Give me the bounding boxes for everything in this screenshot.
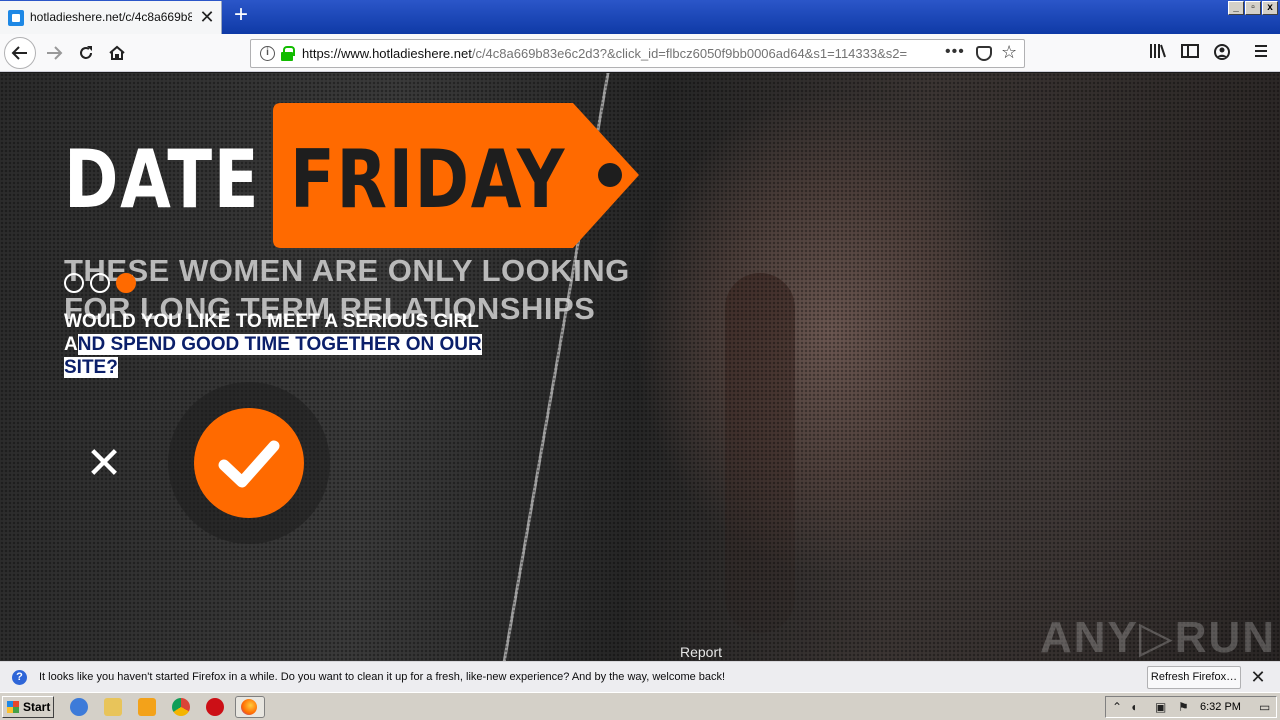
window-controls: _ ▫ x [1228, 1, 1278, 16]
file-explorer-icon[interactable] [104, 698, 122, 716]
question-line-2-prefix: A [64, 334, 78, 355]
address-bar[interactable]: i https://www.hotladieshere.net/c/4c8a66… [250, 39, 1025, 68]
reload-button[interactable] [72, 39, 100, 67]
new-tab-button[interactable]: + [229, 3, 253, 28]
tab-title: hotladieshere.net/c/4c8a669b83e6 [30, 10, 192, 24]
back-button[interactable] [4, 37, 36, 69]
restore-button[interactable]: ▫ [1245, 1, 1261, 15]
forward-arrow-icon [47, 46, 63, 60]
site-favicon-icon [8, 10, 24, 26]
url-path: /c/4c8a669b83e6c2d3?&click_id=flbcz6050f… [471, 46, 908, 61]
bookmark-star-icon[interactable]: ☆ [1001, 42, 1017, 63]
minimize-button[interactable]: _ [1228, 1, 1244, 15]
question-line-3-selected: SITE? [64, 357, 118, 378]
site-info-icon[interactable]: i [260, 46, 275, 61]
anyrun-watermark-logo: ANY▷RUN [1040, 613, 1277, 662]
secure-lock-icon[interactable] [281, 46, 295, 61]
home-icon [109, 45, 125, 60]
hamburger-menu-icon[interactable] [1251, 43, 1271, 63]
firefox-icon [241, 699, 257, 715]
logo-friday-text: FRIDAY [290, 133, 567, 226]
refresh-firefox-button[interactable]: Refresh Firefox… [1147, 666, 1241, 689]
notification-message: It looks like you haven't started Firefo… [39, 671, 726, 683]
forward-button[interactable] [40, 39, 68, 67]
quiz-progress-indicator [64, 273, 136, 293]
windows-taskbar: Start ⌃ ◖ ▣ ⚑ 6:32 PM ▭ [0, 692, 1280, 720]
background-photo-detail [725, 273, 795, 633]
opera-icon[interactable] [206, 698, 224, 716]
tab-close-button[interactable]: ✕ [197, 7, 217, 27]
logo-date-text: DATE [64, 133, 261, 226]
question-line-1: WOULD YOU LIKE TO MEET A SERIOUS GIRL [64, 311, 479, 332]
show-desktop-icon[interactable]: ▭ [1259, 700, 1270, 714]
tray-expand-icon[interactable]: ⌃ [1112, 700, 1122, 714]
sidebar-icon[interactable] [1180, 43, 1200, 63]
progress-step-2 [90, 273, 110, 293]
progress-step-3 [116, 273, 136, 293]
chrome-icon[interactable] [172, 698, 190, 716]
no-answer-button[interactable]: ✕ [84, 442, 124, 486]
speaker-icon[interactable]: ◖ [1130, 700, 1137, 714]
yes-answer-button[interactable] [194, 408, 304, 518]
checkmark-icon [218, 440, 280, 488]
action-center-flag-icon[interactable]: ⚑ [1178, 700, 1189, 714]
home-button[interactable] [103, 39, 131, 67]
network-icon[interactable]: ▣ [1155, 700, 1166, 714]
question-help-icon: ? [12, 670, 27, 685]
internet-explorer-icon[interactable] [70, 698, 88, 716]
taskbar-clock[interactable]: 6:32 PM [1200, 701, 1241, 713]
notification-bar: ? It looks like you haven't started Fire… [0, 661, 1280, 692]
close-window-button[interactable]: x [1262, 1, 1278, 15]
pocket-icon[interactable] [976, 46, 992, 61]
reload-icon [80, 46, 92, 59]
back-arrow-icon [11, 46, 27, 60]
page-actions-menu-icon[interactable]: ••• [945, 43, 965, 61]
library-icon[interactable] [1148, 43, 1168, 63]
start-button[interactable]: Start [2, 696, 54, 718]
report-link[interactable]: Report [680, 644, 722, 660]
notification-close-button[interactable]: ✕ [1249, 667, 1267, 687]
browser-tab[interactable]: hotladieshere.net/c/4c8a669b83e6 ✕ [0, 1, 222, 34]
progress-step-1 [64, 273, 84, 293]
media-player-icon[interactable] [138, 698, 156, 716]
question-line-2-selected: ND SPEND GOOD TIME TOGETHER ON OUR [77, 334, 482, 355]
account-icon[interactable] [1212, 43, 1232, 63]
url-text[interactable]: https://www.hotladieshere.net/c/4c8a669b… [302, 46, 962, 61]
url-host: https://www.hotladieshere.net [302, 46, 472, 61]
quiz-question: WOULD YOU LIKE TO MEET A SERIOUS GIRL AN… [64, 310, 504, 379]
